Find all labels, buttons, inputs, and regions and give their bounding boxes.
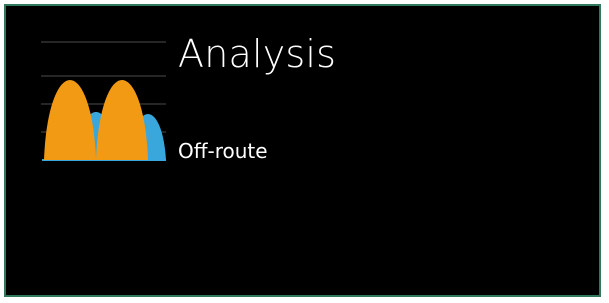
tile-subtitle: Off-route (178, 139, 268, 163)
analysis-tile[interactable]: Analysis Off-route (4, 4, 601, 297)
analysis-icon (36, 34, 166, 164)
tile-title: Analysis (178, 32, 337, 76)
